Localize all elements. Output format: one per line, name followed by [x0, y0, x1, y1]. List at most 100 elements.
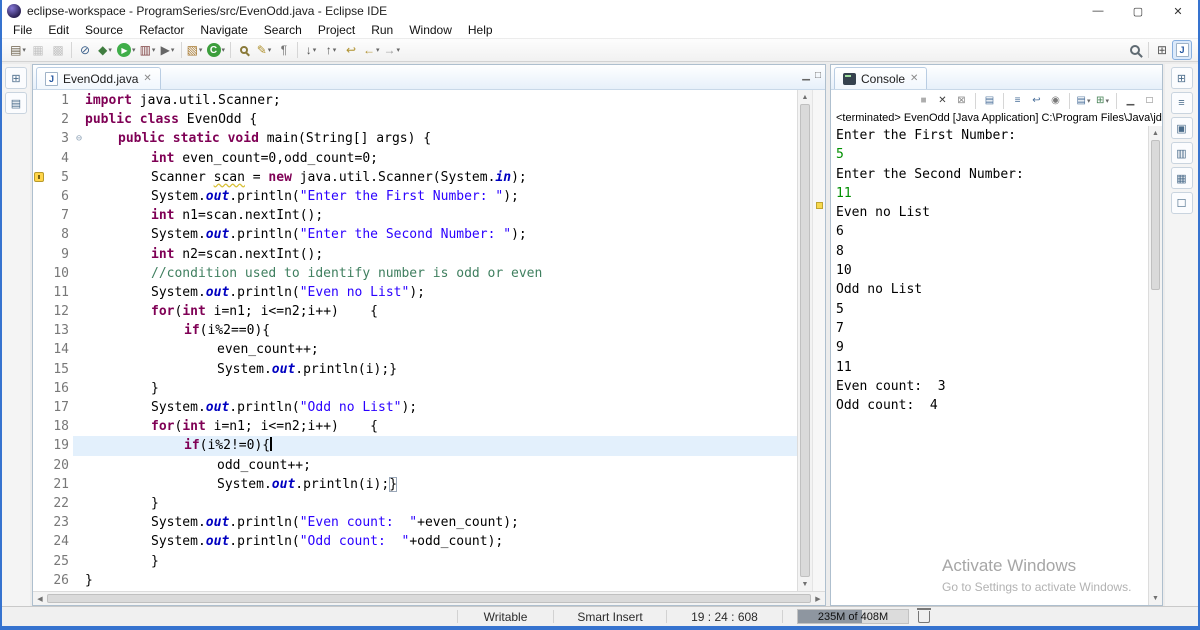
code-text[interactable]: public class EvenOdd {	[85, 110, 797, 129]
outline-view-icon[interactable]: ≡	[1171, 92, 1193, 114]
tasks-view-icon[interactable]: ☐	[1171, 192, 1193, 214]
code-line[interactable]: 3⊖public static void main(String[] args)…	[33, 129, 797, 148]
line-number[interactable]: 19	[45, 436, 73, 455]
line-number[interactable]: 23	[45, 513, 73, 532]
display-selected-console-icon[interactable]: ▤▾	[1075, 92, 1092, 109]
code-text[interactable]: even_count++;	[85, 340, 797, 359]
editor-vertical-scrollbar[interactable]: ▲ ▼	[797, 90, 812, 591]
line-number[interactable]: 13	[45, 321, 73, 340]
dropdown-arrow-icon[interactable]: ▾	[132, 46, 136, 54]
dropdown-arrow-icon[interactable]: ▾	[333, 46, 337, 54]
scroll-right-icon[interactable]: ▶	[811, 592, 825, 605]
code-line[interactable]: 4int even_count=0,odd_count=0;	[33, 149, 797, 168]
menu-item-window[interactable]: Window	[401, 23, 460, 37]
line-number[interactable]: 24	[45, 532, 73, 551]
minimize-window-icon[interactable]: —	[1078, 0, 1118, 22]
java-perspective-button[interactable]: J	[1172, 40, 1192, 60]
menu-item-file[interactable]: File	[5, 23, 40, 37]
word-wrap-icon[interactable]: ↩	[1028, 92, 1045, 109]
console-vertical-scrollbar[interactable]: ▲ ▼	[1148, 126, 1162, 605]
tab-console[interactable]: Console ✕	[834, 67, 927, 89]
code-line[interactable]: 6 System.out.println("Enter the First Num…	[33, 187, 797, 206]
code-text[interactable]: odd_count++;	[85, 456, 797, 475]
code-text[interactable]: System.out.println("Enter the First Numb…	[85, 187, 797, 206]
code-line[interactable]: 10//condition used to identify number is…	[33, 264, 797, 283]
warning-overview-marker[interactable]	[816, 202, 823, 209]
line-number[interactable]: 2	[45, 110, 73, 129]
line-number[interactable]: 9	[45, 245, 73, 264]
code-line[interactable]: 5Scanner scan = new java.util.Scanner(Sy…	[33, 168, 797, 187]
code-line[interactable]: 7int n1=scan.nextInt();	[33, 206, 797, 225]
dropdown-arrow-icon[interactable]: ▾	[171, 46, 175, 54]
line-number[interactable]: 11	[45, 283, 73, 302]
back-button[interactable]: ←▾	[361, 40, 382, 60]
dropdown-arrow-icon[interactable]: ▾	[222, 46, 226, 54]
code-text[interactable]: public static void main(String[] args) {	[85, 129, 797, 148]
minimize-editor-icon[interactable]: ▁	[802, 70, 810, 81]
scroll-down-icon[interactable]: ▼	[1149, 591, 1162, 605]
search-flashlight-button[interactable]	[234, 40, 254, 60]
dropdown-arrow-icon[interactable]: ▾	[268, 46, 272, 54]
minimize-view-icon[interactable]: ▁	[1122, 92, 1139, 109]
show-whitespace-button[interactable]: ¶	[274, 40, 294, 60]
problems-view-icon[interactable]: ▣	[1171, 117, 1193, 139]
line-number[interactable]: 25	[45, 552, 73, 571]
line-number[interactable]: 14	[45, 340, 73, 359]
code-text[interactable]: if(i%2!=0){	[85, 436, 797, 455]
close-tab-icon[interactable]: ✕	[143, 73, 151, 84]
package-explorer-icon[interactable]: ▤	[5, 92, 27, 114]
code-line[interactable]: 26}	[33, 571, 797, 590]
code-text[interactable]: }	[85, 552, 797, 571]
new-java-project-button[interactable]: ▧▾	[185, 40, 205, 60]
run-garbage-collector-icon[interactable]	[918, 611, 930, 623]
scroll-up-icon[interactable]: ▲	[798, 90, 812, 104]
code-line[interactable]: 14 even_count++;	[33, 340, 797, 359]
maximize-view-icon[interactable]: □	[1141, 92, 1158, 109]
scroll-down-icon[interactable]: ▼	[798, 577, 812, 591]
line-number[interactable]: 1	[45, 91, 73, 110]
line-number[interactable]: 16	[45, 379, 73, 398]
fold-marker-icon[interactable]: ⊖	[73, 129, 85, 148]
close-window-icon[interactable]: ✕	[1158, 0, 1198, 22]
save-button[interactable]: ▦	[28, 40, 48, 60]
code-text[interactable]: int n2=scan.nextInt();	[85, 245, 797, 264]
scrollbar-thumb[interactable]	[47, 594, 811, 603]
line-number[interactable]: 18	[45, 417, 73, 436]
scroll-lock-icon[interactable]: ≡	[1009, 92, 1026, 109]
maximize-window-icon[interactable]: ▢	[1118, 0, 1158, 22]
code-text[interactable]: for(int i=n1; i<=n2;i++) {	[85, 302, 797, 321]
code-line[interactable]: 24System.out.println("Odd count: "+odd_c…	[33, 532, 797, 551]
clear-console-icon[interactable]: ▤	[981, 92, 998, 109]
dropdown-arrow-icon[interactable]: ▾	[22, 46, 26, 54]
line-number[interactable]: 20	[45, 456, 73, 475]
dropdown-arrow-icon[interactable]: ▾	[1087, 97, 1091, 105]
run-button[interactable]: ▶▾	[115, 40, 138, 60]
declaration-view-icon[interactable]: ▦	[1171, 167, 1193, 189]
line-number[interactable]: 6	[45, 187, 73, 206]
dropdown-arrow-icon[interactable]: ▾	[376, 46, 380, 54]
code-line[interactable]: 16}	[33, 379, 797, 398]
code-text[interactable]: int even_count=0,odd_count=0;	[85, 149, 797, 168]
code-text[interactable]: System.out.println("Enter the Second Num…	[85, 225, 797, 244]
open-console-icon[interactable]: ⊞▾	[1094, 92, 1111, 109]
code-text[interactable]: System.out.println(i);}	[85, 475, 797, 494]
line-number[interactable]: 17	[45, 398, 73, 417]
open-perspective-button[interactable]: ⊞	[1152, 40, 1172, 60]
code-text[interactable]: }	[85, 379, 797, 398]
code-line[interactable]: 12for(int i=n1; i<=n2;i++) {	[33, 302, 797, 321]
previous-annotation-button[interactable]: ↑▾	[321, 40, 341, 60]
code-line[interactable]: 19 if(i%2!=0){	[33, 436, 797, 455]
last-edit-location-button[interactable]: ↩	[341, 40, 361, 60]
menu-item-project[interactable]: Project	[310, 23, 363, 37]
dropdown-arrow-icon[interactable]: ▾	[152, 46, 156, 54]
dropdown-arrow-icon[interactable]: ▾	[397, 46, 401, 54]
code-lines[interactable]: 1import java.util.Scanner;2public class …	[33, 90, 797, 591]
line-number[interactable]: 22	[45, 494, 73, 513]
close-tab-icon[interactable]: ✕	[910, 73, 918, 84]
forward-button[interactable]: →▾	[382, 40, 403, 60]
terminate-icon[interactable]: ■	[915, 92, 932, 109]
remove-all-launches-icon[interactable]: ⊠	[953, 92, 970, 109]
menu-item-refactor[interactable]: Refactor	[131, 23, 192, 37]
scroll-up-icon[interactable]: ▲	[1149, 126, 1162, 140]
code-line[interactable]: 2 public class EvenOdd {	[33, 110, 797, 129]
